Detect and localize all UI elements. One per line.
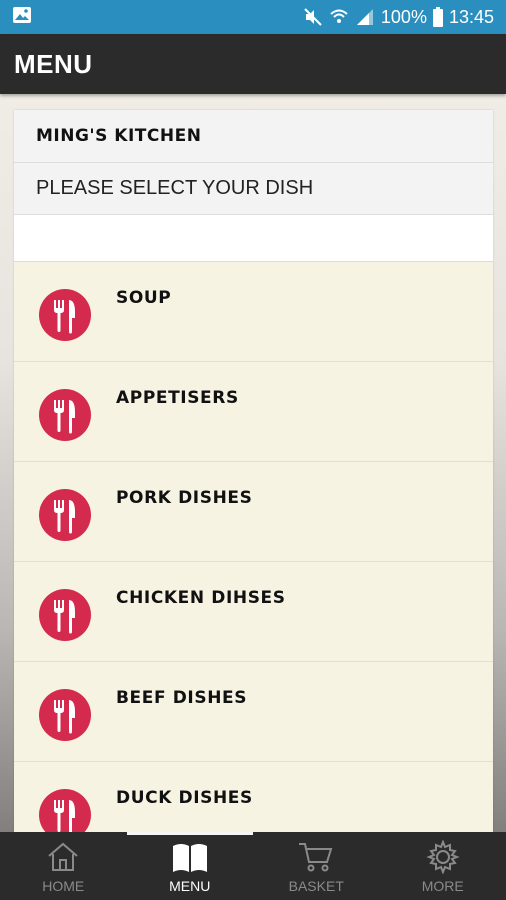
nav-basket-label: BASKET xyxy=(288,878,344,894)
category-label: BEEF DISHES xyxy=(116,688,248,708)
category-label: CHICKEN DIHSES xyxy=(116,588,286,608)
battery-percent: 100% xyxy=(380,6,427,27)
nav-menu[interactable]: MENU xyxy=(126,832,254,900)
book-icon xyxy=(171,840,209,878)
clock: 13:45 xyxy=(448,6,494,27)
category-item-chicken-dishes[interactable]: CHICKEN DIHSES xyxy=(14,562,493,662)
home-icon xyxy=(46,840,80,878)
category-item-beef-dishes[interactable]: BEEF DISHES xyxy=(14,662,493,762)
category-label: SOUP xyxy=(116,288,172,308)
blank-row xyxy=(14,215,493,262)
menu-panel: MING'S KITCHEN PLEASE SELECT YOUR DISH S… xyxy=(14,110,493,832)
category-list: SOUP APPETISERS PORK DISHES CHICKEN DIHS… xyxy=(14,262,493,832)
status-right: 100% 13:45 xyxy=(303,7,494,28)
nav-basket[interactable]: BASKET xyxy=(253,832,380,900)
category-label: APPETISERS xyxy=(116,388,239,408)
wifi-icon xyxy=(329,7,349,27)
nav-more-label: MORE xyxy=(421,878,464,894)
category-item-appetisers[interactable]: APPETISERS xyxy=(14,362,493,462)
nav-home-label: HOME xyxy=(42,878,85,894)
cutlery-icon xyxy=(38,688,92,742)
page-title: MENU xyxy=(14,48,93,79)
nav-more[interactable]: MORE xyxy=(380,832,506,900)
nav-menu-label: MENU xyxy=(169,878,211,894)
cutlery-icon xyxy=(38,388,92,442)
status-left xyxy=(12,6,32,29)
category-item-pork-dishes[interactable]: PORK DISHES xyxy=(14,462,493,562)
restaurant-name: MING'S KITCHEN xyxy=(14,110,493,163)
cutlery-icon xyxy=(38,788,92,832)
bottom-nav: HOME MENU BASKET MORE xyxy=(0,832,506,900)
battery-icon xyxy=(432,7,443,27)
mute-icon xyxy=(303,7,323,27)
gear-icon xyxy=(426,840,460,878)
category-label: PORK DISHES xyxy=(116,488,253,508)
cart-icon xyxy=(297,840,335,878)
app-bar: MENU xyxy=(0,34,506,94)
signal-icon xyxy=(355,7,375,27)
cutlery-icon xyxy=(38,588,92,642)
nav-home[interactable]: HOME xyxy=(0,832,127,900)
cutlery-icon xyxy=(38,488,92,542)
category-item-duck-dishes[interactable]: DUCK DISHES xyxy=(14,762,493,832)
category-label: DUCK DISHES xyxy=(116,788,253,808)
panel-subtitle: PLEASE SELECT YOUR DISH xyxy=(14,163,493,215)
status-bar: 100% 13:45 xyxy=(0,0,506,34)
category-item-soup[interactable]: SOUP xyxy=(14,262,493,362)
gallery-notification-icon xyxy=(12,6,32,29)
cutlery-icon xyxy=(38,288,92,342)
